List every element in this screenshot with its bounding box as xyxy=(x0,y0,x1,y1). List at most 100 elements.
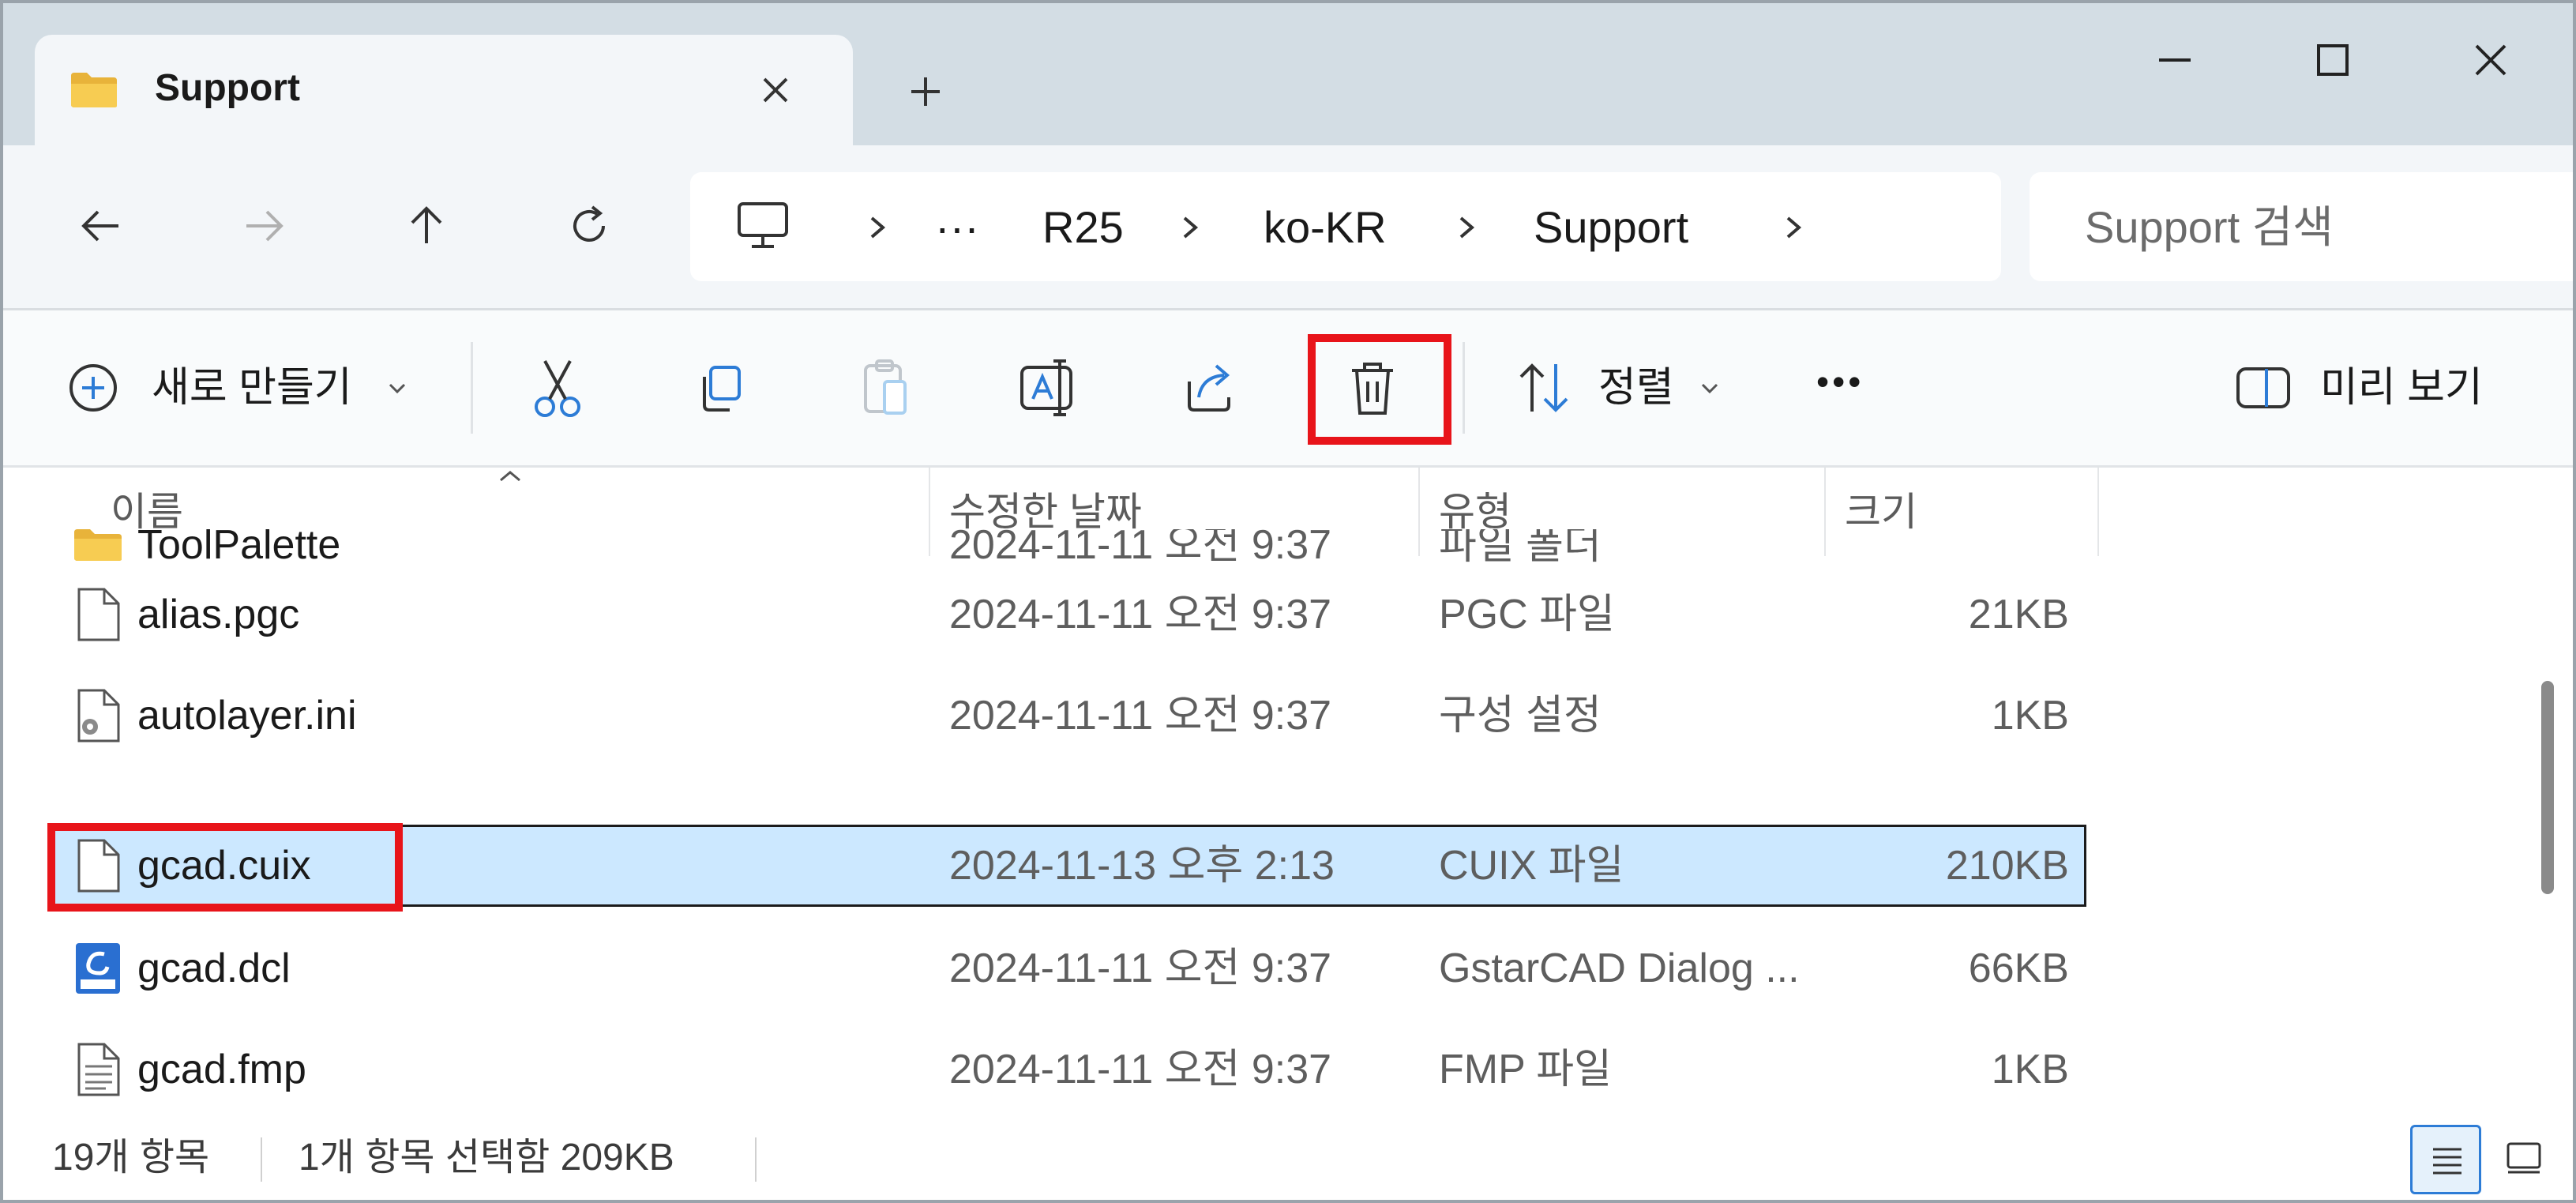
computer-icon[interactable] xyxy=(736,201,790,251)
file-name: alias.pgc xyxy=(137,592,300,637)
list-view-icon xyxy=(2433,1148,2461,1175)
filename-highlight xyxy=(47,823,403,912)
breadcrumb-support[interactable]: Support xyxy=(1534,202,1688,253)
list-item[interactable]: autolayer.ini 2024-11-11 오전 9:37 구성 설정 1… xyxy=(51,675,2086,757)
scrollbar-thumb[interactable] xyxy=(2541,681,2554,894)
tiles-view-button[interactable] xyxy=(2488,1125,2559,1194)
folder-icon xyxy=(74,529,122,561)
column-name[interactable]: 이름 xyxy=(111,488,183,536)
breadcrumb-ellipsis[interactable]: ··· xyxy=(935,202,979,253)
list-item[interactable]: alias.pgc 2024-11-11 오전 9:37 PGC 파일 21KB xyxy=(51,573,2086,656)
breadcrumb-ko-kr[interactable]: ko-KR xyxy=(1264,202,1387,253)
minimize-icon[interactable] xyxy=(2143,28,2206,92)
list-item[interactable]: ToolPalette 2024-11-11 오전 9:37 파일 폴더 xyxy=(51,529,2086,573)
file-type: PGC 파일 xyxy=(1439,592,1615,637)
file-list: 이름 수정한 날짜 유형 크기 ToolPalette 2024-11-11 오… xyxy=(3,468,2530,1114)
file-date: 2024-11-11 오전 9:37 xyxy=(949,945,1332,991)
more-icon: ••• xyxy=(1816,361,1864,402)
file-name: gcad.dcl xyxy=(137,945,291,991)
file-date: 2024-11-13 오후 2:13 xyxy=(949,843,1335,889)
file-date: 2024-11-11 오전 9:37 xyxy=(949,592,1332,637)
file-size: 210KB xyxy=(1945,843,2069,889)
file-date: 2024-11-11 오전 9:37 xyxy=(949,529,1332,568)
chevron-down-icon xyxy=(389,383,406,394)
share-icon[interactable] xyxy=(1178,350,1241,426)
file-icon xyxy=(77,588,120,641)
preview-button[interactable]: 미리 보기 xyxy=(2235,350,2503,426)
file-type: GstarCAD Dialog ... xyxy=(1439,945,1800,991)
plus-icon[interactable] xyxy=(903,70,948,114)
file-size: 1KB xyxy=(1991,1047,2069,1092)
divider xyxy=(471,342,473,434)
search-input[interactable]: Support 검색 xyxy=(2030,172,2573,281)
paste-icon[interactable] xyxy=(853,350,916,426)
maximize-icon[interactable] xyxy=(2301,28,2364,92)
file-size: 21KB xyxy=(1968,592,2069,637)
new-button[interactable]: 새로 만들기 xyxy=(66,350,414,426)
arrow-left-icon[interactable] xyxy=(69,194,133,258)
more-options-button[interactable]: ••• xyxy=(1816,350,1887,426)
new-button-label: 새로 만들기 xyxy=(152,365,352,411)
sort-ascending-icon xyxy=(500,471,520,482)
close-icon[interactable] xyxy=(753,68,798,112)
file-size: 1KB xyxy=(1991,693,2069,739)
sort-icon xyxy=(1519,363,1568,412)
file-name: gcad.fmp xyxy=(137,1047,306,1092)
file-explorer-window: Support ··· R25 ko-KR Support Support 검색… xyxy=(0,0,2576,1203)
file-date: 2024-11-11 오전 9:37 xyxy=(949,1047,1332,1092)
chevron-right-icon[interactable] xyxy=(861,204,892,251)
sort-button[interactable]: 정렬 xyxy=(1515,350,1728,426)
delete-highlight xyxy=(1308,334,1451,445)
search-placeholder: Support 검색 xyxy=(2085,202,2334,252)
chevron-right-icon[interactable] xyxy=(1173,204,1205,251)
chevron-right-icon[interactable] xyxy=(1450,204,1481,251)
divider xyxy=(261,1137,262,1182)
address-bar[interactable]: ··· R25 ko-KR Support xyxy=(690,172,2001,281)
window-close-icon[interactable] xyxy=(2459,28,2522,92)
tab-support[interactable]: Support xyxy=(35,35,853,147)
settings-file-icon xyxy=(77,689,120,742)
divider xyxy=(1463,342,1465,434)
list-item[interactable]: gcad.dcl 2024-11-11 오전 9:37 GstarCAD Dia… xyxy=(51,927,2086,1009)
refresh-icon[interactable] xyxy=(558,194,621,258)
text-file-icon xyxy=(77,1043,120,1096)
chevron-right-icon[interactable] xyxy=(1777,204,1808,251)
column-size[interactable]: 크기 xyxy=(1845,488,1917,536)
sort-button-label: 정렬 xyxy=(1598,365,1674,411)
file-type: CUIX 파일 xyxy=(1439,843,1624,889)
status-bar: 19개 항목 1개 항목 선택함 209KB xyxy=(3,1114,2573,1200)
item-count: 19개 항목 xyxy=(52,1137,210,1179)
divider xyxy=(755,1137,757,1182)
large-icons-view-icon xyxy=(2507,1142,2541,1174)
preview-pane-icon xyxy=(2236,367,2290,408)
column-modified[interactable]: 수정한 날짜 xyxy=(949,488,1142,536)
file-name: autolayer.ini xyxy=(137,693,357,739)
arrow-right-icon[interactable] xyxy=(232,194,295,258)
dcl-file-icon xyxy=(76,943,120,994)
arrow-up-icon[interactable] xyxy=(395,194,458,258)
navigation-bar: ··· R25 ko-KR Support Support 검색 xyxy=(3,145,2573,310)
selection-info: 1개 항목 선택함 209KB xyxy=(299,1137,674,1179)
folder-icon xyxy=(71,73,117,107)
preview-button-label: 미리 보기 xyxy=(2320,365,2483,411)
cut-icon[interactable] xyxy=(526,350,589,426)
file-type: 파일 폴더 xyxy=(1439,529,1602,568)
command-bar: 새로 만들기 정렬 ••• 미리 보기 xyxy=(3,310,2573,468)
column-divider[interactable] xyxy=(2097,468,2099,556)
details-view-button[interactable] xyxy=(2410,1125,2481,1194)
breadcrumb-r25[interactable]: R25 xyxy=(1042,202,1124,253)
file-name: ToolPalette xyxy=(137,529,341,568)
list-item[interactable]: gcad.fmp 2024-11-11 오전 9:37 FMP 파일 1KB xyxy=(51,1028,2086,1111)
file-size: 66KB xyxy=(1968,945,2069,991)
tab-title: Support xyxy=(155,67,300,109)
file-date: 2024-11-11 오전 9:37 xyxy=(949,693,1332,739)
file-type: 구성 설정 xyxy=(1439,693,1602,739)
column-type[interactable]: 유형 xyxy=(1439,488,1511,536)
file-type: FMP 파일 xyxy=(1439,1047,1612,1092)
copy-icon[interactable] xyxy=(690,350,753,426)
plus-circle-icon xyxy=(69,364,117,412)
rename-icon[interactable] xyxy=(1016,350,1079,426)
tab-strip: Support xyxy=(3,3,2573,147)
vertical-scrollbar[interactable] xyxy=(2530,468,2573,1114)
chevron-down-icon xyxy=(1701,383,1718,394)
